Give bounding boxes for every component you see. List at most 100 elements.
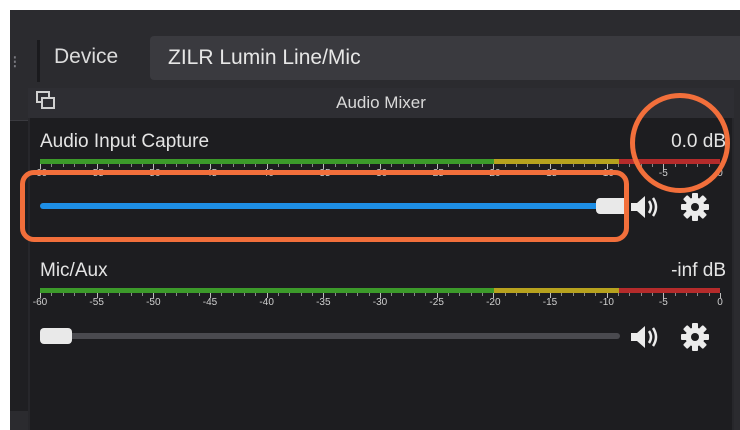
meter-tick — [674, 164, 676, 167]
meter-tick — [538, 293, 540, 296]
gear-icon[interactable] — [678, 192, 712, 222]
device-label: Device — [54, 45, 119, 68]
meter-tick — [62, 164, 64, 167]
meter-tick — [652, 164, 653, 167]
meter-tick-label: -25 — [429, 297, 444, 308]
meter-tick — [459, 293, 461, 296]
meter-tick-label: -35 — [316, 297, 331, 308]
meter-tick-label: -5 — [658, 297, 668, 308]
meter-tick — [176, 164, 177, 167]
meter-tick — [334, 164, 336, 167]
meter-tick — [62, 293, 64, 296]
meter-tick — [640, 164, 642, 167]
meter-tick-label: -15 — [542, 297, 558, 308]
meter-tick — [584, 164, 585, 167]
meter-tick — [85, 164, 87, 167]
meter-tick — [527, 293, 529, 296]
meter-tick — [119, 164, 121, 167]
meter-tick — [448, 164, 449, 167]
meter-tick — [289, 293, 291, 296]
meter-tick-label: -20 — [486, 168, 501, 179]
meter-tick — [74, 164, 75, 167]
volume-slider-handle[interactable] — [596, 198, 628, 214]
meter-tick — [130, 164, 132, 167]
volume-slider[interactable] — [40, 203, 620, 209]
meter-tick — [357, 164, 359, 167]
meter-tick — [629, 164, 631, 167]
panel-title: Audio Mixer — [336, 93, 426, 112]
meter-tick — [402, 293, 404, 296]
meter-tick — [74, 293, 75, 296]
channel-level: -inf dB — [671, 260, 726, 281]
meter-tick-label: 0 — [717, 297, 723, 308]
meter-tick — [448, 293, 449, 296]
meter-tick-label: -50 — [146, 297, 161, 308]
meter-tick — [187, 164, 189, 167]
meter-tick — [561, 164, 563, 167]
meter-tick — [368, 293, 370, 296]
meter-tick — [425, 164, 427, 167]
meter-tick — [255, 164, 257, 167]
device-select[interactable]: ZILR Lumin Line/Mic — [150, 36, 740, 80]
meter-tick — [516, 164, 517, 167]
meter-tick-label: -50 — [146, 168, 161, 179]
meter-tick — [504, 164, 506, 167]
volume-slider-handle[interactable] — [40, 328, 72, 344]
meter-tick — [221, 293, 223, 296]
meter-tick — [334, 293, 336, 296]
meter-tick-label: 0 — [717, 168, 723, 179]
meter-tick — [482, 164, 483, 167]
meter-tick — [686, 293, 687, 296]
left-dock — [10, 88, 28, 430]
more-icon[interactable]: ⁝ — [12, 52, 18, 73]
meter-tick — [51, 293, 53, 296]
speaker-icon[interactable] — [628, 192, 662, 222]
properties-bar: ⁝ Device ZILR Lumin Line/Mic — [10, 10, 740, 89]
obs-window: ⁝ Device ZILR Lumin Line/Mic Audio Mixer… — [10, 10, 740, 430]
panel-titlebar: Audio Mixer — [28, 88, 734, 118]
meter-tick — [516, 293, 517, 296]
meter-tick — [595, 164, 597, 167]
meter-tick — [278, 164, 279, 167]
meter-tick — [142, 164, 143, 167]
meter-tick — [164, 293, 166, 296]
meter-tick-label: -35 — [316, 168, 331, 179]
meter-scale: -60 -55 -50 -45 -40 -35 -30 -25 -20 -15 -10 -5 0 — [33, 164, 723, 180]
meter-tick — [402, 164, 404, 167]
meter-tick — [198, 164, 200, 167]
channel-name: Audio Input Capture — [40, 131, 210, 152]
meter-tick — [289, 164, 291, 167]
meter-tick — [572, 164, 574, 167]
meter-tick-label: -25 — [429, 168, 444, 179]
meter-tick-label: -55 — [89, 168, 104, 179]
meter-tick-label: -30 — [372, 168, 388, 179]
channel-level: 0.0 dB — [671, 131, 726, 152]
meter-tick-label: -5 — [658, 168, 668, 179]
meter-tick — [232, 164, 234, 167]
meter-tick — [357, 293, 359, 296]
meter-tick — [164, 164, 166, 167]
meter-tick — [368, 164, 370, 167]
meter-tick — [561, 293, 563, 296]
meter-tick — [527, 164, 529, 167]
meter-tick — [629, 293, 631, 296]
meter-tick — [482, 293, 483, 296]
meter-tick — [470, 293, 472, 296]
speaker-icon[interactable] — [628, 322, 662, 352]
meter-tick — [425, 293, 427, 296]
meter-tick-label: -10 — [599, 297, 614, 308]
meter-tick — [142, 293, 143, 296]
meter-tick — [176, 293, 177, 296]
meter-tick — [686, 164, 687, 167]
meter-tick — [119, 293, 121, 296]
divider — [37, 40, 40, 82]
meter-tick — [391, 293, 393, 296]
meter-tick — [640, 293, 642, 296]
meter-tick-label: -45 — [202, 168, 218, 179]
volume-slider[interactable] — [40, 333, 620, 339]
gear-icon[interactable] — [678, 322, 712, 352]
meter-tick — [538, 164, 540, 167]
meter-tick-label: -40 — [259, 168, 274, 179]
meter-tick — [618, 164, 619, 167]
meter-tick — [300, 164, 302, 167]
